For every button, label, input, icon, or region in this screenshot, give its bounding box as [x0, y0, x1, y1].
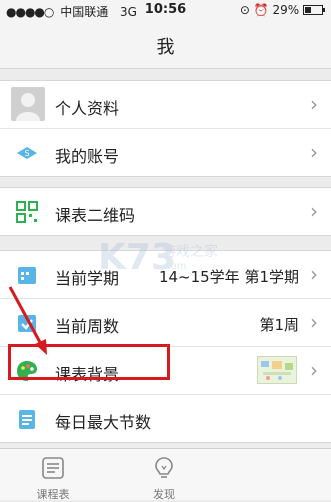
page-title: 我: [156, 37, 175, 58]
watermark-logo: K73 游戏之家 .com: [98, 237, 258, 281]
avatar-placeholder: [11, 87, 45, 121]
alarm-icon: ⏰: [253, 3, 269, 17]
qrcode-group: 课表二维码 ›: [0, 187, 331, 236]
tab-discover[interactable]: 发现: [124, 455, 204, 502]
chevron-right-icon: ›: [310, 358, 318, 382]
profile-group: 个人资料 › S 我的账号 ›: [0, 80, 331, 177]
status-bar: ●●●●○ 中国联通 3G 10:56 ⊙ ⏰ 29%: [0, 0, 331, 20]
max-periods-row[interactable]: 每日最大节数: [0, 395, 331, 442]
list-icon: [19, 410, 35, 429]
watermark-url: .com: [162, 261, 187, 272]
top-bar: ●●●●○ 中国联通 3G 10:56 ⊙ ⏰ 29% 我: [0, 0, 331, 69]
qrcode-label: 课表二维码: [55, 206, 136, 225]
tab-schedule[interactable]: 课程表: [13, 455, 93, 502]
profile-label: 个人资料: [55, 99, 120, 118]
qrcode-icon: [16, 201, 38, 223]
watermark-cn: 游戏之家: [162, 244, 218, 260]
status-right: ⊙ ⏰ 29%: [240, 3, 325, 17]
chevron-right-icon: ›: [310, 92, 318, 116]
battery-icon: [303, 5, 325, 15]
account-badge-icon: S: [17, 147, 37, 159]
qrcode-row[interactable]: 课表二维码 ›: [0, 188, 331, 235]
background-thumbnail: [257, 356, 297, 384]
chevron-right-icon: ›: [310, 140, 318, 164]
account-row[interactable]: S 我的账号 ›: [0, 129, 331, 176]
week-label: 当前周数: [55, 317, 120, 336]
profile-row[interactable]: 个人资料 ›: [0, 81, 331, 129]
max-periods-label: 每日最大节数: [55, 413, 152, 432]
schedule-tab-icon: [42, 457, 64, 479]
chevron-right-icon: ›: [310, 262, 318, 286]
svg-text:S: S: [24, 149, 29, 158]
highlight-box: [8, 344, 170, 380]
rotation-lock-icon: ⊙: [239, 3, 250, 17]
chevron-right-icon: ›: [310, 199, 318, 223]
calendar-icon: [18, 267, 36, 284]
battery-level: 29%: [272, 3, 300, 17]
discover-bulb-icon: [155, 457, 173, 478]
chevron-right-icon: ›: [310, 310, 318, 334]
check-calendar-icon: [18, 315, 36, 332]
tab-bar: 课程表 发现: [0, 448, 331, 502]
week-value: 第1周: [259, 316, 299, 334]
account-label: 我的账号: [55, 147, 120, 166]
week-row[interactable]: 当前周数 第1周 ›: [0, 299, 331, 347]
